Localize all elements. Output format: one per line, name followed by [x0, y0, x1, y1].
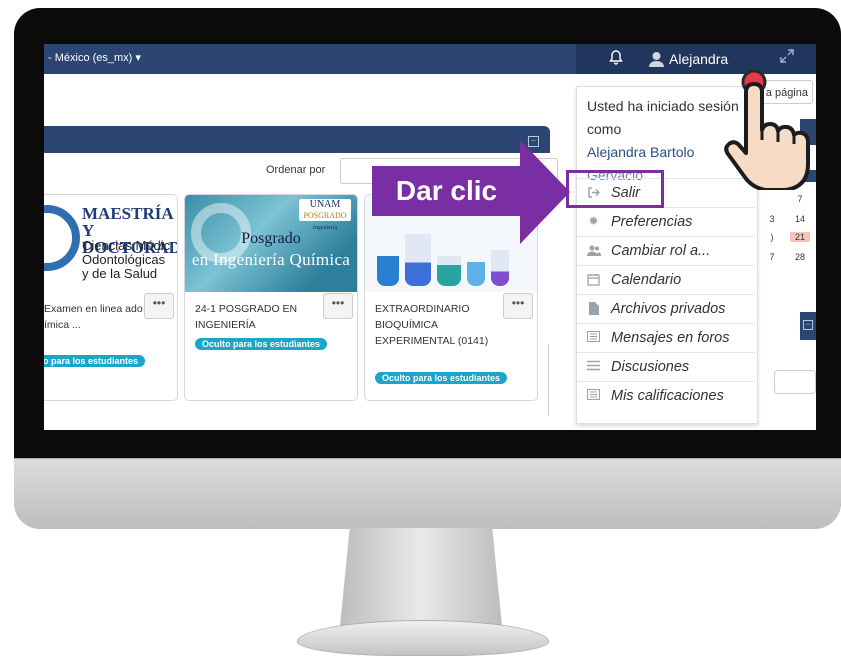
course-image-line: UNAM	[309, 199, 341, 210]
course-card[interactable]: UNAM POSGRADO Ingeniería Posgrado en Ingen…	[184, 194, 358, 401]
calendar-day[interactable]: 28	[790, 252, 810, 262]
grades-icon	[587, 389, 600, 402]
flask-icon	[377, 256, 399, 286]
sort-label: Ordenar por	[266, 164, 326, 176]
message-icon	[587, 331, 600, 344]
menu-item-label: Calendario	[611, 272, 682, 288]
search-input[interactable]	[774, 370, 816, 394]
flask-icon	[467, 262, 485, 286]
hidden-badge: Oculto para los estudiantes	[195, 338, 328, 350]
course-menu-button[interactable]: •••	[323, 293, 353, 319]
list-icon	[587, 360, 600, 373]
block-header-right: –	[800, 312, 816, 340]
course-card[interactable]: MAESTRÍA Y DOCTORAD Ciencias Médic Odontol…	[44, 194, 178, 401]
file-icon	[587, 302, 600, 315]
course-image-line: MAESTRÍA Y	[82, 204, 173, 240]
monitor-stand-base	[297, 620, 549, 656]
pointing-hand-icon	[724, 70, 810, 190]
course-image-line: Posgrado	[241, 230, 301, 247]
course-image-line: y de la Salud	[82, 266, 158, 281]
menu-item-grades[interactable]: Mis calificaciones	[577, 381, 755, 411]
divider	[548, 344, 549, 416]
courses-block-header	[44, 126, 550, 153]
user-profile-link[interactable]: Alejandra Bartolo	[587, 144, 694, 160]
course-image: MAESTRÍA Y DOCTORAD Ciencias Médic Odontol…	[44, 195, 177, 292]
hidden-badge: o para los estudiantes	[44, 355, 146, 367]
flask-icon	[437, 256, 461, 286]
menu-item-switch-role[interactable]: Cambiar rol a...	[577, 236, 755, 266]
hidden-badge: Oculto para los estudiantes	[375, 372, 508, 384]
calendar-icon	[587, 273, 600, 286]
user-menu-name[interactable]: Alejandra	[669, 51, 728, 67]
calendar-day[interactable]: 14	[790, 214, 810, 224]
menu-item-discussions[interactable]: Discusiones	[577, 352, 755, 382]
calendar-day[interactable]: )	[762, 232, 782, 242]
menu-item-label: Discusiones	[611, 359, 690, 375]
language-menu[interactable]: - México (es_mx) ▾	[48, 51, 141, 64]
menu-item-forum-posts[interactable]: Mensajes en foros	[577, 323, 755, 353]
logo-ring-icon	[44, 205, 80, 271]
collapse-icon[interactable]: –	[803, 320, 813, 330]
course-menu-button[interactable]: •••	[503, 293, 533, 319]
menu-item-label: Archivos privados	[611, 301, 726, 317]
gear-icon: ✹	[588, 214, 599, 228]
menu-item-label: Cambiar rol a...	[611, 243, 711, 259]
course-menu-button[interactable]: •••	[144, 293, 174, 319]
course-image: UNAM POSGRADO Ingeniería Posgrado en Ingen…	[185, 195, 357, 292]
user-avatar-icon[interactable]	[648, 51, 665, 67]
logged-in-label: Usted ha iniciado sesión como	[587, 98, 739, 137]
calendar-day[interactable]: 7	[790, 194, 810, 204]
flask-icon	[405, 234, 431, 286]
course-image-line: POSGRADO	[303, 211, 347, 220]
menu-item-label: Preferencias	[611, 214, 693, 230]
menu-item-label: Mensajes en foros	[611, 330, 730, 346]
users-icon	[587, 244, 601, 257]
notification-bell-icon[interactable]	[609, 50, 623, 70]
menu-item-private-files[interactable]: Archivos privados	[577, 294, 755, 324]
calendar-day[interactable]: 21	[790, 232, 810, 242]
course-card[interactable]: EXTRAORDINARIO BIOQUÍMICA EXPERIMENTAL (…	[364, 194, 538, 401]
salir-highlight	[566, 170, 664, 208]
menu-item-preferences[interactable]: ✹ Preferencias	[577, 207, 755, 237]
calendar-day[interactable]: 7	[762, 252, 782, 262]
course-image-line: Odontológicas	[82, 252, 166, 267]
callout-label: Dar clic	[372, 166, 521, 216]
monitor-stand-neck	[340, 528, 502, 626]
monitor-chin	[14, 458, 841, 529]
flask-icon	[491, 250, 509, 286]
course-image-line: Ciencias Médic	[82, 238, 171, 253]
expand-icon[interactable]	[780, 49, 794, 66]
menu-item-calendar[interactable]: Calendario	[577, 265, 755, 295]
menu-item-label: Mis calificaciones	[611, 388, 724, 404]
course-image-line: en Ingeniería Química	[191, 250, 351, 269]
course-title[interactable]: EXTRAORDINARIO BIOQUÍMICA EXPERIMENTAL (…	[375, 301, 493, 349]
calendar-day[interactable]: 3	[762, 214, 782, 224]
course-title[interactable]: 24-1 POSGRADO EN INGENIERÍA	[195, 301, 313, 333]
callout-arrow-icon	[520, 140, 570, 244]
